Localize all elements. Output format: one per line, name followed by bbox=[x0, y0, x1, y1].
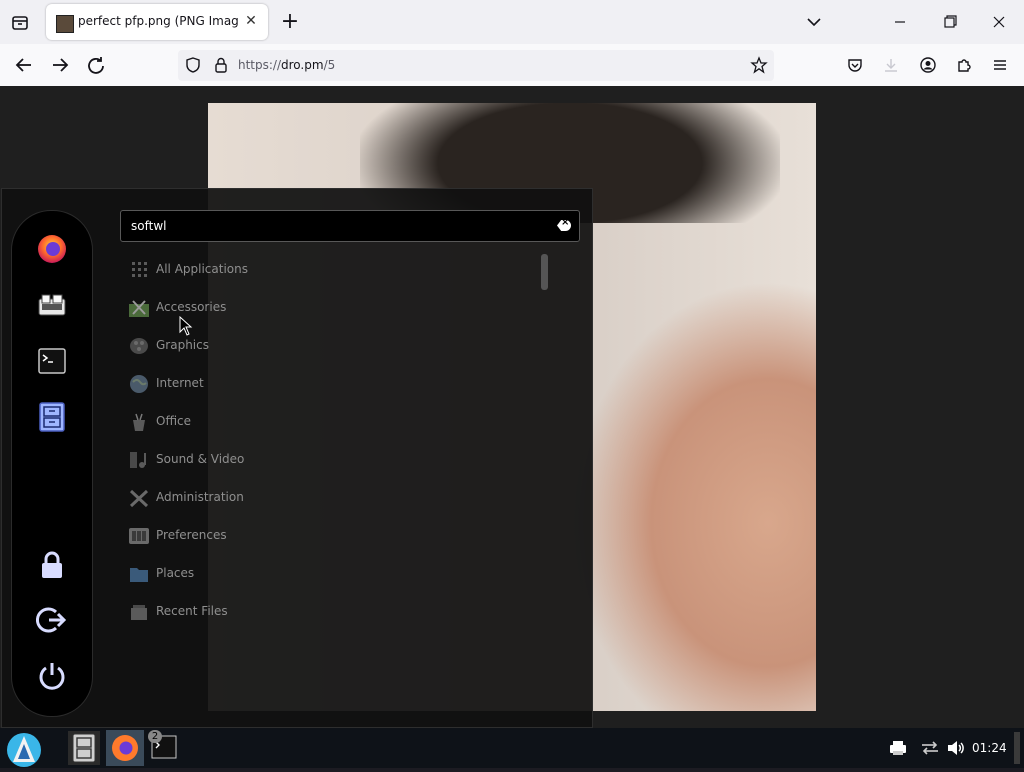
recent-files-icon bbox=[128, 602, 150, 622]
tab-favicon-icon bbox=[56, 15, 74, 33]
taskbar-terminal[interactable]: 2 bbox=[148, 730, 180, 765]
category-administration[interactable]: Administration bbox=[128, 486, 428, 510]
url-domain: dro.pm bbox=[281, 58, 324, 72]
downloads-icon[interactable] bbox=[882, 56, 900, 78]
list-all-tabs-icon[interactable] bbox=[798, 6, 830, 38]
power-icon[interactable] bbox=[36, 660, 68, 692]
office-icon bbox=[128, 412, 150, 432]
forward-button[interactable] bbox=[44, 49, 76, 81]
graphics-icon bbox=[128, 336, 150, 356]
taskbar-file-manager[interactable] bbox=[68, 731, 100, 765]
tab-close-icon[interactable]: ✕ bbox=[240, 10, 262, 32]
minimize-button[interactable] bbox=[884, 6, 916, 38]
menu-search-input[interactable] bbox=[129, 215, 553, 237]
category-label: Accessories bbox=[156, 300, 227, 314]
file-manager-icon[interactable] bbox=[36, 401, 68, 433]
reload-button[interactable] bbox=[80, 49, 112, 81]
show-desktop-button[interactable] bbox=[1014, 732, 1020, 764]
accessories-icon bbox=[128, 298, 150, 318]
new-tab-button[interactable]: + bbox=[274, 6, 306, 38]
firefox-icon[interactable] bbox=[36, 233, 68, 265]
folder-icon bbox=[128, 564, 150, 584]
tab-list-icon[interactable] bbox=[4, 6, 36, 38]
network-icon[interactable] bbox=[920, 739, 940, 761]
category-label: Administration bbox=[156, 490, 244, 504]
category-label: Preferences bbox=[156, 528, 227, 542]
lock-icon[interactable] bbox=[212, 56, 230, 78]
category-label: Places bbox=[156, 566, 195, 580]
url-path: /5 bbox=[323, 58, 336, 72]
terminal-icon[interactable] bbox=[36, 345, 68, 377]
category-preferences[interactable]: Preferences bbox=[128, 524, 428, 548]
printer-icon[interactable] bbox=[888, 739, 908, 761]
category-internet[interactable]: Internet bbox=[128, 372, 428, 396]
account-icon[interactable] bbox=[919, 56, 937, 78]
mouse-cursor-icon bbox=[179, 315, 193, 340]
category-sound-video[interactable]: Sound & Video bbox=[128, 448, 428, 472]
logout-icon[interactable] bbox=[36, 604, 68, 636]
globe-icon bbox=[128, 374, 150, 394]
volume-icon[interactable] bbox=[946, 739, 966, 761]
menu-hamburger-icon[interactable] bbox=[991, 56, 1009, 78]
lock-screen-icon[interactable] bbox=[36, 549, 68, 581]
category-places[interactable]: Places bbox=[128, 562, 428, 586]
taskbar-firefox[interactable] bbox=[106, 730, 144, 766]
sound-video-icon bbox=[128, 450, 150, 470]
tab-active[interactable]: perfect pfp.png (PNG Image, 60 ✕ bbox=[46, 4, 268, 40]
bookmark-star-icon[interactable] bbox=[750, 56, 768, 78]
category-scrollbar[interactable] bbox=[541, 254, 548, 290]
category-graphics[interactable]: Graphics bbox=[128, 334, 428, 358]
back-button[interactable] bbox=[8, 49, 40, 81]
taskbar-clock[interactable]: 01:24 bbox=[972, 741, 1007, 755]
start-menu-icon[interactable] bbox=[4, 730, 44, 772]
tab-title: perfect pfp.png (PNG Image, 60 bbox=[78, 14, 238, 28]
url-prefix: https:// bbox=[238, 58, 282, 72]
category-all-applications[interactable]: All Applications bbox=[128, 258, 428, 282]
url-text[interactable]: https://dro.pm/5 bbox=[238, 58, 335, 72]
pocket-icon[interactable] bbox=[846, 56, 864, 78]
extensions-icon[interactable] bbox=[955, 56, 973, 78]
shield-icon[interactable] bbox=[184, 56, 202, 78]
category-label: Office bbox=[156, 414, 192, 428]
category-label: Internet bbox=[156, 376, 204, 390]
tools-icon bbox=[128, 488, 150, 508]
menu-favorites-sidebar bbox=[11, 210, 93, 717]
category-label: Sound & Video bbox=[156, 452, 245, 466]
menu-search-box[interactable]: × bbox=[120, 210, 580, 242]
terminal-window-count-badge: 2 bbox=[148, 730, 162, 743]
clear-search-icon[interactable]: × bbox=[557, 220, 571, 231]
category-office[interactable]: Office bbox=[128, 410, 428, 434]
close-window-button[interactable] bbox=[983, 6, 1015, 38]
category-label: All Applications bbox=[156, 262, 248, 276]
software-manager-icon[interactable] bbox=[36, 289, 68, 321]
category-label: Recent Files bbox=[156, 604, 228, 618]
preferences-icon bbox=[128, 526, 150, 546]
category-accessories[interactable]: Accessories bbox=[128, 296, 428, 320]
grid-icon bbox=[128, 260, 150, 280]
category-recent-files[interactable]: Recent Files bbox=[128, 600, 428, 624]
restore-button[interactable] bbox=[934, 6, 966, 38]
category-label: Graphics bbox=[156, 338, 209, 352]
